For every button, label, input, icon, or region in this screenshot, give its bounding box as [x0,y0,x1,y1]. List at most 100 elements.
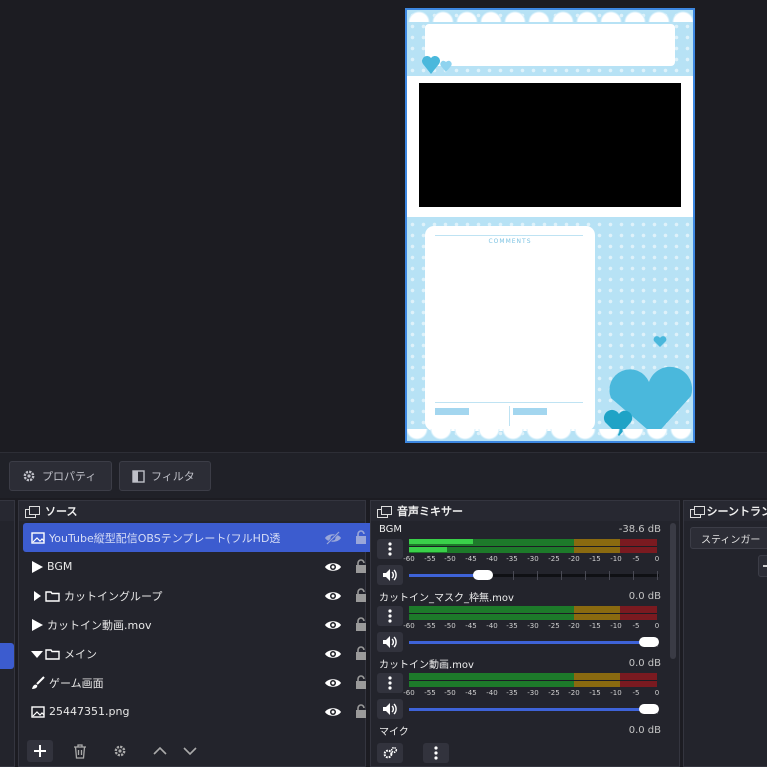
mixer-scrollbar[interactable] [670,523,676,659]
chevron-up-icon [153,746,167,755]
filters-label: フィルタ [151,470,195,483]
lock-icon[interactable] [351,617,371,633]
volume-knob[interactable] [639,704,659,714]
transition-select[interactable]: スティンガー [690,527,767,549]
scale-label: -55 [424,622,436,630]
speaker-icon [383,703,397,715]
scenes-dock-edge [0,500,15,767]
eye-icon[interactable] [323,704,343,720]
sources-dock: ソース YouTube縦型配信OBSテンプレート(フルHD透 BGM カットイングル… [18,500,379,767]
transitions-title: シーントラン [706,505,767,518]
mute-button[interactable] [377,565,403,585]
scale-label: 0 [654,689,660,697]
eye-icon[interactable] [323,588,343,604]
lock-icon[interactable] [351,588,371,604]
kebab-icon [434,746,438,760]
channel-db: 0.0 dB [628,724,661,736]
volume-slider[interactable] [409,702,659,716]
chevron-down-icon [183,747,197,756]
mute-button[interactable] [377,699,403,719]
preview-canvas[interactable]: COMMENTS [405,8,695,443]
scale-label: -5 [632,689,640,697]
scale-label: -20 [568,689,580,697]
source-row[interactable]: ゲーム画面 [23,668,379,697]
image-icon [31,705,45,718]
eye-icon[interactable] [323,559,343,575]
lock-icon[interactable] [351,675,371,691]
collapse-arrow-icon[interactable] [31,650,43,658]
dock-float-icon[interactable] [377,505,392,518]
properties-button[interactable]: プロパティ [9,461,112,491]
folder-icon [45,590,60,602]
scale-label: -50 [444,689,456,697]
volume-knob[interactable] [473,570,493,580]
scale-label: -35 [506,555,518,563]
add-source-button[interactable] [27,740,53,762]
dock-float-icon[interactable] [25,505,40,518]
source-properties-button[interactable] [107,740,133,762]
volume-slider[interactable] [409,568,659,582]
add-transition-button[interactable] [758,555,767,577]
preview-area[interactable]: COMMENTS [0,0,767,452]
title-frame [425,24,675,66]
source-row[interactable]: BGM [23,552,379,581]
channel-db: -38.6 dB [618,523,661,535]
scale-label: -15 [589,622,601,630]
channel-name: カットイン動画.mov [379,659,474,671]
comment-divider [509,406,510,426]
channel-menu-button[interactable] [377,673,403,693]
sources-list[interactable]: YouTube縦型配信OBSテンプレート(フルHD透 BGM カットイングループ カッ… [23,523,379,726]
lock-icon[interactable] [351,559,371,575]
meter-scale: -60 -55 -50 -45 -40 -35 -30 -25 -20 -15 -10 -5 0 [403,622,660,632]
mixer-menu-button[interactable] [423,743,449,763]
lock-icon[interactable] [351,530,371,546]
scale-label: 0 [654,555,660,563]
scale-label: -60 [403,689,415,697]
eye-icon[interactable] [323,646,343,662]
source-row[interactable]: カットイングループ [23,581,379,610]
remove-source-button[interactable] [67,740,93,762]
scale-label: -30 [527,689,539,697]
image-icon [31,531,45,544]
volume-slider[interactable] [409,635,659,649]
volume-knob[interactable] [639,637,659,647]
move-up-button[interactable] [147,740,173,762]
channel-db: 0.0 dB [628,657,661,669]
eye-icon[interactable] [323,617,343,633]
small-hearts-icon [422,56,452,74]
comment-line-top [435,235,583,236]
source-row[interactable]: YouTube縦型配信OBSテンプレート(フルHD透 [23,523,379,552]
audio-mixer-dock: 音声ミキサー BGM -38.6 dB -60 -55 -50 -45 -40 -35 -30-… [370,500,680,767]
lock-icon[interactable] [351,704,371,720]
volume-meter [409,606,657,620]
kebab-icon [388,542,392,556]
move-down-button[interactable] [177,740,203,762]
selected-scene-item[interactable] [0,643,14,669]
source-row[interactable]: 25447351.png [23,697,379,726]
filters-button[interactable]: フィルタ [119,461,211,491]
scale-label: -25 [548,622,560,630]
scale-label: -20 [568,622,580,630]
channel-menu-button[interactable] [377,606,403,626]
scale-label: -45 [465,689,477,697]
mixer-channels[interactable]: BGM -38.6 dB -60 -55 -50 -45 -40 -35 -30 -25 -20 -1… [371,521,669,739]
dock-float-icon[interactable] [690,505,705,518]
kebab-icon [388,676,392,690]
channel-menu-button[interactable] [377,539,403,559]
scene-transitions-dock: シーントラン スティンガー [683,500,767,767]
mixer-channel: BGM -38.6 dB -60 -55 -50 -45 -40 -35 -30 -25 -20 -1… [371,521,669,588]
expand-arrow-icon[interactable] [31,590,43,601]
eye-hidden-icon[interactable] [323,530,343,546]
advanced-audio-button[interactable] [377,743,403,763]
source-row[interactable]: メイン [23,639,379,668]
eye-icon[interactable] [323,675,343,691]
mute-button[interactable] [377,632,403,652]
trash-icon [74,743,86,759]
scale-label: -35 [506,689,518,697]
scale-label: 0 [654,622,660,630]
source-row[interactable]: カットイン動画.mov [23,610,379,639]
channel-name: マイク [379,726,409,738]
scale-label: -35 [506,622,518,630]
lock-icon[interactable] [351,646,371,662]
volume-meter [409,539,657,553]
